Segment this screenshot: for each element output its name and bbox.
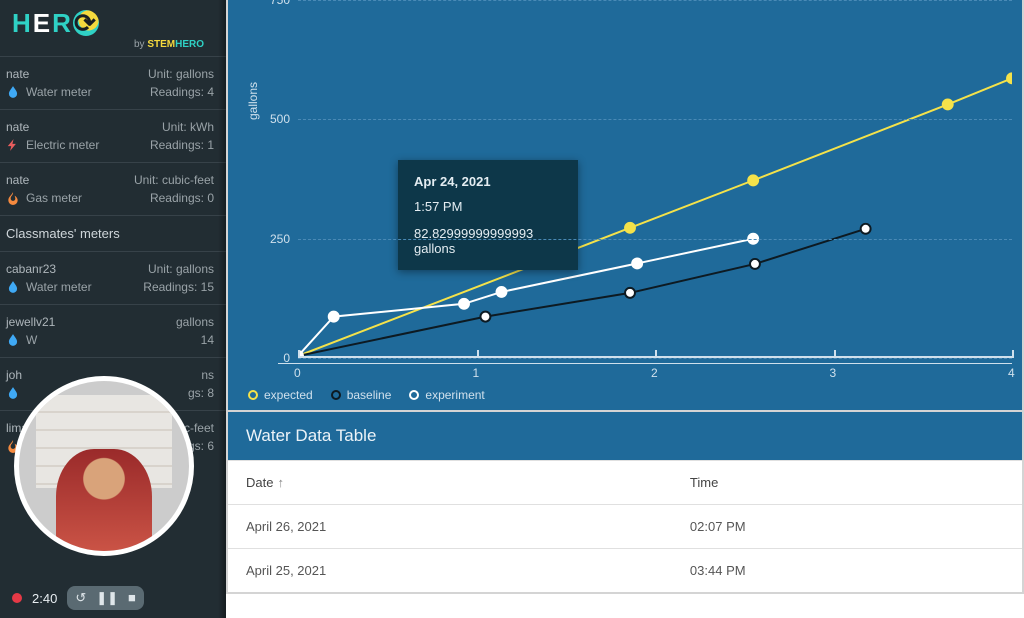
webcam-overlay (14, 376, 194, 556)
restart-icon[interactable]: ↺ (75, 590, 86, 606)
meter-item[interactable]: nateUnit: cubic-feetGas meterReadings: 0 (0, 162, 226, 215)
classmates-header: Classmates' meters (0, 215, 226, 251)
data-table-card: Water Data Table Date↑ Time April 26, 20… (226, 412, 1024, 594)
record-time: 2:40 (32, 591, 57, 606)
col-date[interactable]: Date↑ (228, 461, 672, 505)
tooltip-unit: gallons (414, 241, 562, 256)
chart-tooltip: Apr 24, 2021 1:57 PM 82.82999999999993 g… (398, 160, 578, 270)
data-table: Date↑ Time April 26, 202102:07 PMApril 2… (228, 460, 1022, 592)
recording-bar: 2:40 ↺ ❚❚ ■ (12, 586, 144, 610)
legend-experiment[interactable]: experiment (409, 388, 484, 402)
legend-baseline[interactable]: baseline (331, 388, 392, 402)
meter-item[interactable]: cabanr23Unit: gallonsWater meterReadings… (0, 251, 226, 304)
tooltip-date: Apr 24, 2021 (414, 174, 562, 189)
table-title: Water Data Table (228, 412, 1022, 460)
y-axis-label: gallons (246, 82, 260, 120)
table-row[interactable]: April 25, 202103:44 PM (228, 549, 1022, 593)
chart-card: gallons Apr 24, 2021 1:57 PM 82.82999999… (226, 0, 1024, 412)
table-row[interactable]: April 26, 202102:07 PM (228, 505, 1022, 549)
tooltip-time: 1:57 PM (414, 199, 562, 214)
chart-legend: expected baseline experiment (248, 388, 485, 402)
stop-icon[interactable]: ■ (128, 590, 136, 606)
record-icon (12, 593, 22, 603)
meter-item[interactable]: nateUnit: gallonsWater meterReadings: 4 (0, 56, 226, 109)
meter-item[interactable]: jewellv21gallonsW14 (0, 304, 226, 357)
main-content: gallons Apr 24, 2021 1:57 PM 82.82999999… (226, 0, 1024, 618)
legend-expected[interactable]: expected (248, 388, 313, 402)
brand-logo: HER⟳ by STEMHERO (0, 0, 226, 56)
col-time[interactable]: Time (672, 461, 1022, 505)
recording-controls[interactable]: ↺ ❚❚ ■ (67, 586, 144, 610)
sort-asc-icon: ↑ (277, 475, 284, 490)
meter-item[interactable]: nateUnit: kWhElectric meterReadings: 1 (0, 109, 226, 162)
pause-icon[interactable]: ❚❚ (96, 590, 118, 606)
